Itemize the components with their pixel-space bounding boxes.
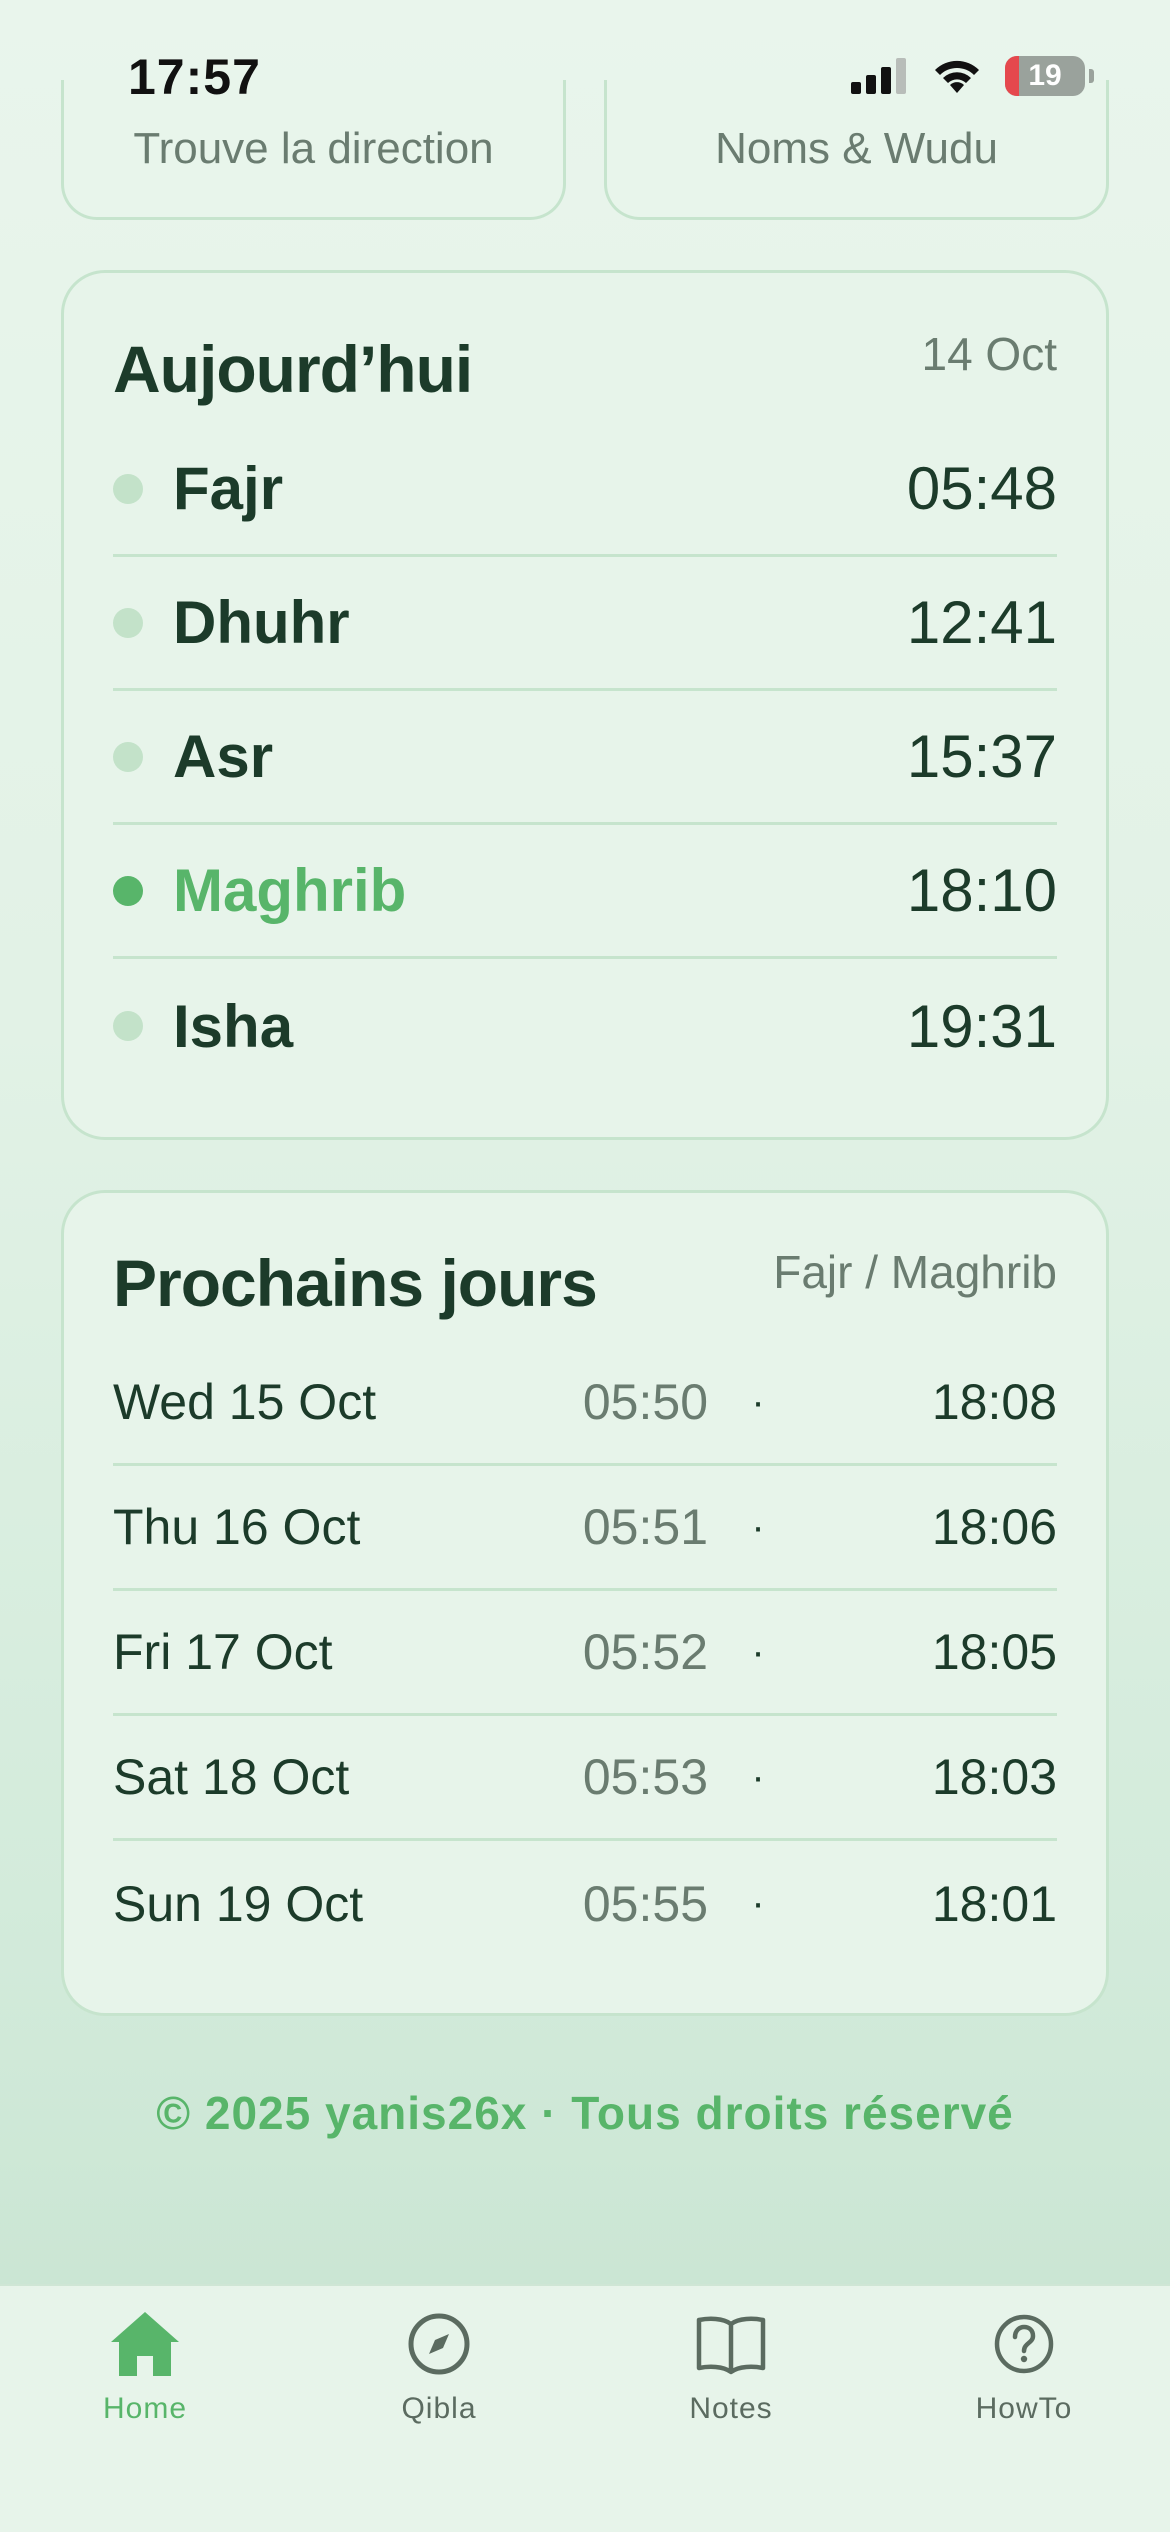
today-title: Aujourd’hui [113,332,473,406]
day-maghrib-time: 18:03 [931,1749,1057,1805]
prayer-row-asr: Asr 15:37 [113,691,1057,825]
status-dot [113,1011,143,1041]
day-maghrib-time: 18:01 [931,1875,1057,1932]
prayer-row-isha: Isha 19:31 [113,959,1057,1093]
days-list: Wed 15 Oct 05:50 · 18:08 Thu 16 Oct 05:5… [113,1341,1057,1966]
tab-qibla[interactable]: Qibla [339,2306,539,2426]
day-maghrib-time: 18:05 [931,1624,1057,1680]
cellular-signal-icon [851,58,906,94]
day-label: Wed 15 Oct [113,1374,377,1430]
today-date: 14 Oct [921,328,1057,380]
tab-qibla-label: Qibla [401,2392,477,2425]
day-fajr-time: 05:50 [582,1374,708,1430]
day-label: Thu 16 Oct [113,1499,361,1555]
status-icons: 19 [851,56,1094,96]
status-dot [113,875,143,906]
status-bar: 17:57 19 [0,0,1170,140]
status-dot [113,741,143,772]
prayer-time: 05:48 [906,455,1057,522]
status-dot [113,473,143,504]
day-label: Sat 18 Oct [113,1749,350,1805]
prayer-name: Maghrib [173,857,407,924]
day-separator: · [751,1379,765,1424]
book-icon [696,2316,766,2375]
day-fajr-time: 05:51 [582,1499,708,1555]
prayer-name: Asr [173,723,274,790]
battery-level: 19 [1028,59,1062,92]
next-days-card: Prochains jours Fajr / Maghrib Wed 15 Oc… [61,1190,1109,2016]
prayer-time: 18:10 [906,857,1057,924]
home-icon [111,2312,179,2376]
prayer-time: 15:37 [906,723,1057,790]
prayer-row-dhuhr: Dhuhr 12:41 [113,557,1057,691]
prayer-time: 19:31 [906,992,1057,1060]
prayer-row-maghrib: Maghrib 18:10 [113,825,1057,959]
day-separator: · [751,1629,765,1674]
next-days-meta: Fajr / Maghrib [773,1246,1057,1298]
day-row: Thu 16 Oct 05:51 · 18:06 [113,1466,1057,1591]
day-row: Sat 18 Oct 05:53 · 18:03 [113,1716,1057,1841]
today-prayers-card: Aujourd’hui 14 Oct Fajr 05:48 Dhuhr 12:4… [61,270,1109,1140]
tab-bar: Home Qibla Notes HowTo [0,2284,1170,2532]
day-maghrib-time: 18:08 [931,1374,1057,1430]
day-row: Wed 15 Oct 05:50 · 18:08 [113,1341,1057,1466]
tab-howto[interactable]: HowTo [924,2306,1124,2426]
day-row: Fri 17 Oct 05:52 · 18:05 [113,1591,1057,1716]
day-maghrib-time: 18:06 [931,1499,1057,1555]
prayer-list: Fajr 05:48 Dhuhr 12:41 Asr 15:37 Maghrib… [113,423,1057,1093]
prayer-name: Dhuhr [173,589,350,656]
day-separator: · [751,1881,765,1925]
next-days-title: Prochains jours [113,1246,598,1320]
compass-icon [408,2313,470,2375]
prayer-row-fajr: Fajr 05:48 [113,423,1057,557]
day-label: Fri 17 Oct [113,1624,333,1680]
prayer-time: 12:41 [906,589,1057,656]
day-label: Sun 19 Oct [113,1875,364,1932]
day-fajr-time: 05:53 [582,1749,708,1805]
day-separator: · [751,1504,765,1549]
day-separator: · [751,1754,765,1799]
status-dot [113,607,143,638]
day-row: Sun 19 Oct 05:55 · 18:01 [113,1841,1057,1966]
wifi-icon [935,60,979,93]
help-circle-icon [994,2314,1054,2374]
tab-home-label: Home [102,2392,188,2425]
tab-notes-label: Notes [689,2392,773,2425]
tab-home[interactable]: Home [45,2306,245,2426]
prayer-name: Isha [173,992,294,1060]
day-fajr-time: 05:52 [582,1624,708,1680]
tab-howto-label: HowTo [975,2392,1073,2425]
prayer-name: Fajr [173,455,284,522]
copyright-footer: © 2025 yanis26x · Tous droits réservé [156,2087,1014,2139]
day-fajr-time: 05:55 [582,1875,708,1932]
status-time: 17:57 [128,49,261,105]
tab-notes[interactable]: Notes [631,2306,831,2426]
battery-icon: 19 [1005,56,1085,96]
